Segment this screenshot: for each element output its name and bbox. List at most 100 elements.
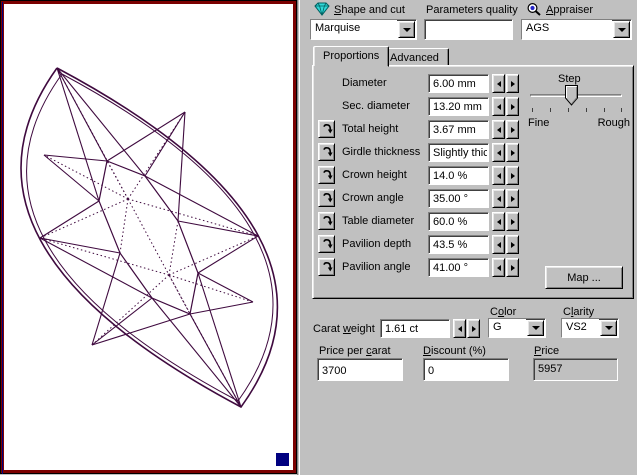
chevron-down-icon	[532, 326, 540, 330]
price-per-carat-box	[317, 358, 403, 381]
arrow-right-icon	[511, 104, 515, 110]
fix-parameter-button[interactable]	[318, 258, 335, 276]
diameter-input[interactable]	[429, 75, 488, 92]
arrow-right-icon	[511, 173, 515, 179]
spin-right-button[interactable]	[506, 120, 519, 139]
crown-angle-input[interactable]	[429, 190, 488, 207]
param-label: Diameter	[342, 77, 387, 89]
spin-right-button[interactable]	[506, 143, 519, 162]
fix-parameter-button[interactable]	[318, 189, 335, 207]
param-row: Table diameter	[308, 212, 637, 231]
arrow-left-icon	[497, 265, 501, 271]
spin-right-button[interactable]	[506, 212, 519, 231]
fix-parameter-button[interactable]	[318, 143, 335, 161]
slider-tick	[586, 108, 587, 112]
slider-tick	[550, 108, 551, 112]
param-label: Pavilion angle	[342, 261, 411, 273]
param-row: Crown height	[308, 166, 637, 185]
fix-parameter-button[interactable]	[318, 120, 335, 138]
recalc-arrow-icon	[321, 169, 333, 181]
param-row: Sec. diameter	[308, 97, 637, 116]
spin-left-button[interactable]	[492, 97, 505, 116]
carat-weight-input[interactable]	[381, 320, 449, 337]
step-slider-thumb[interactable]	[565, 85, 578, 106]
arrow-right-icon	[511, 150, 515, 156]
spin-right-button[interactable]	[506, 258, 519, 277]
param-label: Crown angle	[342, 192, 404, 204]
price-value: 5957	[534, 359, 617, 375]
spin-left-button[interactable]	[492, 143, 505, 162]
arrow-left-icon	[497, 219, 501, 225]
diamond-view-panel[interactable]	[0, 0, 297, 474]
param-row: Pavilion depth	[308, 235, 637, 254]
carat-weight-box	[380, 319, 450, 338]
diamond-drawing-area[interactable]	[4, 4, 293, 470]
marquise-wireframe	[4, 4, 293, 470]
clarity-dropdown-button[interactable]	[600, 320, 617, 336]
table-diameter-input[interactable]	[429, 213, 488, 230]
map-button[interactable]: Map ...	[545, 266, 623, 289]
arrow-left-icon	[497, 104, 501, 110]
param-label: Sec. diameter	[342, 100, 410, 112]
fix-parameter-button[interactable]	[318, 212, 335, 230]
crown-height-input[interactable]	[429, 167, 488, 184]
arrow-left-icon	[497, 242, 501, 248]
color-select[interactable]: G	[488, 318, 546, 338]
spin-left-button[interactable]	[492, 189, 505, 208]
discount-box	[423, 358, 509, 381]
spin-right-button[interactable]	[506, 235, 519, 254]
slider-tick	[604, 108, 605, 112]
arrow-left-icon	[497, 127, 501, 133]
price-per-carat-input[interactable]	[318, 359, 402, 380]
discount-input[interactable]	[424, 359, 508, 380]
arrow-left-icon	[497, 196, 501, 202]
selection-edge	[2, 2, 3, 474]
recalc-arrow-icon	[321, 261, 333, 273]
discount-label: Discount (%)	[423, 345, 486, 357]
clarity-value: VS2	[562, 319, 599, 337]
slider-tick	[532, 108, 533, 112]
selection-resize-handle[interactable]	[276, 453, 289, 466]
spin-right-button[interactable]	[506, 166, 519, 185]
color-dropdown-button[interactable]	[527, 320, 544, 336]
arrow-right-icon	[511, 242, 515, 248]
slider-tick	[568, 108, 569, 112]
pavilion-depth-input[interactable]	[429, 236, 488, 253]
recalc-arrow-icon	[321, 123, 333, 135]
carat-weight-label: Carat weight	[313, 323, 375, 335]
total-height-input[interactable]	[429, 121, 488, 138]
spin-right-button[interactable]	[506, 97, 519, 116]
spin-right-button[interactable]	[506, 74, 519, 93]
param-label: Crown height	[342, 169, 407, 181]
clarity-select[interactable]: VS2	[561, 318, 619, 338]
fix-parameter-button[interactable]	[318, 166, 335, 184]
controls-panel: Shape and cut Parameters quality Apprais…	[308, 0, 637, 475]
spin-right-button[interactable]	[506, 189, 519, 208]
spin-left-button[interactable]	[492, 166, 505, 185]
carat-spin-left-button[interactable]	[453, 319, 466, 338]
pavilion-angle-input[interactable]	[429, 259, 488, 276]
spin-left-button[interactable]	[492, 120, 505, 139]
carat-spin-right-button[interactable]	[467, 319, 480, 338]
param-label: Pavilion depth	[342, 238, 411, 250]
spin-left-button[interactable]	[492, 258, 505, 277]
girdle-thickness-input[interactable]	[429, 144, 488, 161]
panel-splitter[interactable]	[297, 0, 308, 475]
fix-parameter-button[interactable]	[318, 235, 335, 253]
sec-diameter-input[interactable]	[429, 98, 488, 115]
arrow-left-icon	[497, 150, 501, 156]
recalc-arrow-icon	[321, 215, 333, 227]
spin-left-button[interactable]	[492, 212, 505, 231]
app-window: Shape and cut Parameters quality Apprais…	[0, 0, 637, 475]
param-label: Total height	[342, 123, 398, 135]
fine-label: Fine	[528, 117, 549, 129]
param-row: Girdle thickness	[308, 143, 637, 162]
param-row: Diameter	[308, 74, 637, 93]
color-label: Color	[490, 306, 516, 318]
spin-left-button[interactable]	[492, 235, 505, 254]
arrow-left-icon	[458, 326, 462, 332]
arrow-left-icon	[497, 173, 501, 179]
param-label: Girdle thickness	[342, 146, 420, 158]
param-row: Crown angle	[308, 189, 637, 208]
spin-left-button[interactable]	[492, 74, 505, 93]
